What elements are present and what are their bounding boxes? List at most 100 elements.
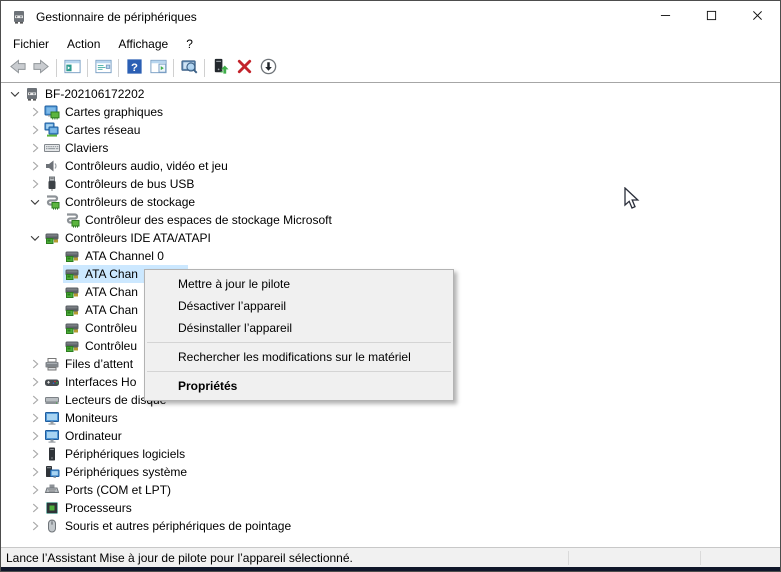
tree-item[interactable]: Contrôleurs audio, vidéo et jeu [43,157,231,175]
tree-row[interactable]: Souris et autres périphériques de pointa… [1,517,780,535]
chevron-right-icon[interactable] [27,356,43,372]
tree-item[interactable]: ATA Chan [63,301,141,319]
tree-item[interactable]: Périphériques logiciels [43,445,188,463]
window-title: Gestionnaire de périphériques [36,10,197,24]
tree-row[interactable]: Ports (COM et LPT) [1,481,780,499]
tree-item-label: Cartes réseau [65,123,141,137]
chevron-right-icon[interactable] [27,158,43,174]
scan-hardware-icon [180,57,199,79]
chevron-down-icon[interactable] [7,86,23,102]
tree-row[interactable]: Moniteurs [1,409,780,427]
toolbar-update-driver-button[interactable] [208,56,232,80]
close-button[interactable] [734,1,780,33]
tree-row[interactable]: Périphériques logiciels [1,445,780,463]
menu-action[interactable]: Action [58,35,109,53]
close-icon [752,10,763,24]
system-device-icon [44,464,60,480]
chevron-right-icon[interactable] [27,122,43,138]
tree-item[interactable]: Interfaces Ho [43,373,139,391]
toolbar-disable-device-button[interactable] [256,56,280,80]
tree-item[interactable]: Contrôleu [63,337,140,355]
tree-item[interactable]: Contrôleurs de stockage [43,193,198,211]
tree-row[interactable]: Contrôleur des espaces de stockage Micro… [1,211,780,229]
tree-item[interactable]: Contrôleurs de bus USB [43,175,197,193]
chevron-right-icon[interactable] [27,464,43,480]
tree-item[interactable]: Moniteurs [43,409,121,427]
tree-row[interactable]: Contrôleurs IDE ATA/ATAPI [1,229,780,247]
chevron-right-icon[interactable] [27,428,43,444]
tree-item[interactable]: Souris et autres périphériques de pointa… [43,517,294,535]
chevron-right-icon[interactable] [27,374,43,390]
properties-window-icon [94,57,113,79]
tree-item[interactable]: ATA Chan [63,283,141,301]
tree-item[interactable]: BF-202106172202 [23,85,147,103]
tree-item[interactable]: Cartes graphiques [43,103,166,121]
chevron-right-icon[interactable] [27,176,43,192]
chevron-right-icon[interactable] [27,392,43,408]
chevron-down-icon[interactable] [27,230,43,246]
chevron-right-icon[interactable] [27,410,43,426]
tree-item[interactable]: Cartes réseau [43,121,143,139]
toolbar-back-button[interactable] [5,56,29,80]
help-icon: ? [125,57,144,79]
context-menu-item-disable-device[interactable]: Désactiver l’appareil [145,295,453,317]
maximize-button[interactable] [688,1,734,33]
tree-row[interactable]: ATA Channel 0 [1,247,780,265]
tree-row[interactable]: Cartes réseau [1,121,780,139]
chevron-down-icon[interactable] [27,194,43,210]
tree-item[interactable]: Claviers [43,139,111,157]
console-tree-icon [63,57,82,79]
menu-affichage[interactable]: Affichage [109,35,177,53]
tree-item-label: Contrôleurs IDE ATA/ATAPI [65,231,211,245]
chevron-right-icon[interactable] [27,446,43,462]
tree-item[interactable]: Contrôleurs IDE ATA/ATAPI [43,229,214,247]
toolbar-show-console-tree-button[interactable] [60,56,84,80]
chevron-right-icon[interactable] [27,140,43,156]
tree-item[interactable]: Contrôleur des espaces de stockage Micro… [63,211,335,229]
tree-item[interactable]: ATA Channel 0 [63,247,167,265]
tree-item[interactable]: Ports (COM et LPT) [43,481,174,499]
toolbar-uninstall-device-button[interactable] [232,56,256,80]
tree-item[interactable]: Ordinateur [43,427,125,445]
update-driver-icon [211,57,230,79]
context-menu-item-update-driver[interactable]: Mettre à jour le pilote [145,273,453,295]
chevron-right-icon[interactable] [27,104,43,120]
toolbar-properties-button[interactable] [91,56,115,80]
minimize-button[interactable] [642,1,688,33]
toolbar-forward-button[interactable] [29,56,53,80]
tree-row[interactable]: Périphériques système [1,463,780,481]
tree-row[interactable]: Contrôleurs audio, vidéo et jeu [1,157,780,175]
tree-item[interactable]: Contrôleu [63,319,140,337]
context-menu-item-scan-hardware-changes[interactable]: Rechercher les modifications sur le maté… [145,346,453,368]
chevron-right-icon[interactable] [27,482,43,498]
toolbar-scan-hardware-changes-button[interactable] [177,56,201,80]
tree-item[interactable]: Périphériques système [43,463,190,481]
svg-text:?: ? [131,62,138,74]
ide-controller-icon [44,230,60,246]
tree-row[interactable]: Contrôleurs de bus USB [1,175,780,193]
processor-icon [44,500,60,516]
chevron-right-icon[interactable] [27,518,43,534]
toolbar-help-button[interactable]: ? [122,56,146,80]
tree-row[interactable]: Cartes graphiques [1,103,780,121]
status-text: Lance l’Assistant Mise à jour de pilote … [6,550,353,565]
status-bar-divider [568,551,569,565]
context-menu-item-uninstall-device[interactable]: Désinstaller l’appareil [145,317,453,339]
ide-controller-icon [64,248,80,264]
context-menu-item-properties[interactable]: Propriétés [145,375,453,397]
display-adapter-icon [44,104,60,120]
tree-row[interactable]: Processeurs [1,499,780,517]
tree-row[interactable]: Ordinateur [1,427,780,445]
toolbar-action-pane-button[interactable] [146,56,170,80]
tree-item[interactable]: Files d’attent [43,355,136,373]
tree-row[interactable]: BF-202106172202 [1,85,780,103]
tree-item[interactable]: Processeurs [43,499,135,517]
chevron-right-icon[interactable] [27,500,43,516]
menu-fichier[interactable]: Fichier [4,35,58,53]
tree-row[interactable]: Contrôleurs de stockage [1,193,780,211]
tree-row[interactable]: Claviers [1,139,780,157]
menu-help[interactable]: ? [177,35,202,53]
